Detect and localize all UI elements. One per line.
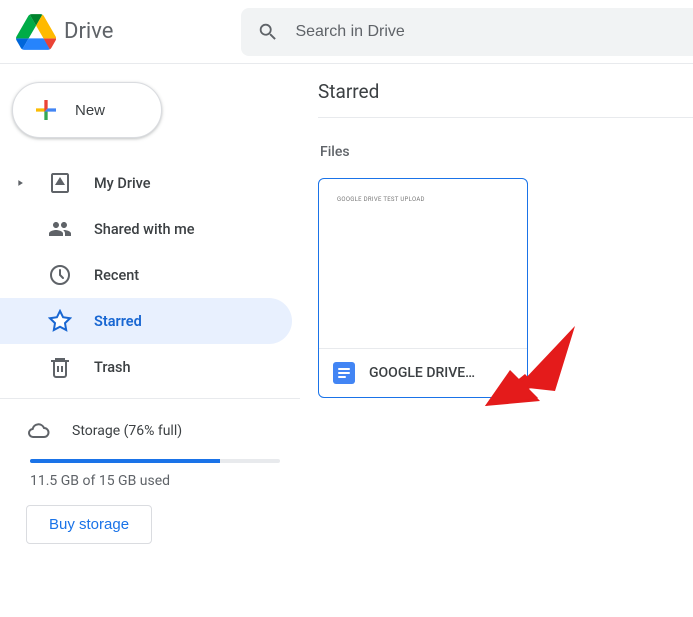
drive-logo-icon [16,14,56,50]
main-content: Starred Files GOOGLE DRIVE TEST UPLOAD G… [300,64,693,617]
nav-label: Trash [94,359,131,376]
storage-used-text: 11.5 GB of 15 GB used [30,473,284,489]
nav-recent[interactable]: Recent [0,252,292,298]
shared-icon [48,217,72,241]
nav-list: My Drive Shared with me Recent [0,160,300,390]
nav-shared[interactable]: Shared with me [0,206,292,252]
nav-label: Recent [94,267,139,284]
storage-bar [30,459,280,463]
app-header: Drive [0,0,693,64]
nav-label: Shared with me [94,221,195,238]
google-docs-icon [333,362,355,384]
buy-storage-button[interactable]: Buy storage [26,505,152,544]
storage-section: Storage (76% full) 11.5 GB of 15 GB used… [0,411,300,544]
search-bar[interactable] [241,8,693,56]
new-button[interactable]: New [12,82,162,138]
nav-trash[interactable]: Trash [0,344,292,390]
nav-my-drive[interactable]: My Drive [0,160,292,206]
nav-starred[interactable]: Starred [0,298,292,344]
drive-logo[interactable]: Drive [16,14,113,50]
sidebar: New My Drive Shared with me [0,64,300,617]
file-preview-text: GOOGLE DRIVE TEST UPLOAD [337,197,515,203]
cloud-icon [26,419,50,443]
nav-label: My Drive [94,175,151,192]
my-drive-icon [48,171,72,195]
plus-icon [31,95,61,125]
storage-row[interactable]: Storage (76% full) [26,411,284,451]
page-title: Starred [318,80,693,118]
file-preview: GOOGLE DRIVE TEST UPLOAD [319,179,527,349]
search-icon [257,21,279,43]
trash-icon [48,355,72,379]
brand-name: Drive [64,19,113,44]
star-icon [48,309,72,333]
divider [0,398,300,399]
storage-fill [30,459,220,463]
section-label: Files [320,144,693,160]
recent-icon [48,263,72,287]
nav-label: Starred [94,313,142,330]
expand-icon[interactable] [14,178,26,188]
file-card[interactable]: GOOGLE DRIVE TEST UPLOAD GOOGLE DRIVE… [318,178,528,398]
new-button-label: New [75,102,105,119]
search-input[interactable] [295,23,677,41]
file-name: GOOGLE DRIVE… [369,365,513,381]
storage-label: Storage (76% full) [72,423,182,439]
file-footer: GOOGLE DRIVE… [319,349,527,397]
